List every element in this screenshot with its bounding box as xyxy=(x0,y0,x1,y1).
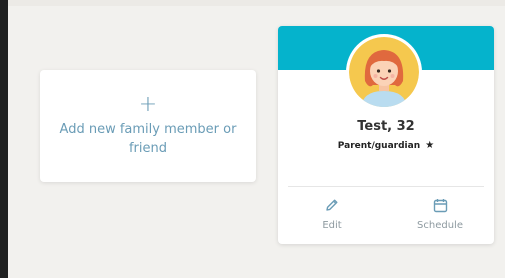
pencil-icon xyxy=(325,196,339,214)
profile-role-label: Parent/guardian xyxy=(337,141,421,151)
top-band xyxy=(8,0,505,6)
schedule-label: Schedule xyxy=(417,220,463,231)
profile-role: Parent/guardian ★ xyxy=(278,140,494,151)
divider xyxy=(288,186,484,187)
plus-icon: + xyxy=(138,92,158,117)
profile-name: Test, 32 xyxy=(357,119,415,134)
edit-button[interactable]: Edit xyxy=(278,196,386,236)
schedule-button[interactable]: Schedule xyxy=(386,196,494,236)
add-family-member-label: Add new family member or friend xyxy=(59,122,237,156)
add-family-member-card[interactable]: + Add new family member or friend xyxy=(40,70,256,182)
sidebar-edge xyxy=(0,0,8,278)
star-icon: ★ xyxy=(425,140,435,151)
child-avatar-icon xyxy=(349,37,419,107)
calendar-icon xyxy=(433,196,448,214)
edit-label: Edit xyxy=(322,220,342,231)
family-members-page: + Add new family member or friend Test, … xyxy=(0,0,505,278)
profile-card: Test, 32 Parent/guardian ★ Edit Schedule xyxy=(278,26,494,244)
avatar xyxy=(346,34,422,110)
